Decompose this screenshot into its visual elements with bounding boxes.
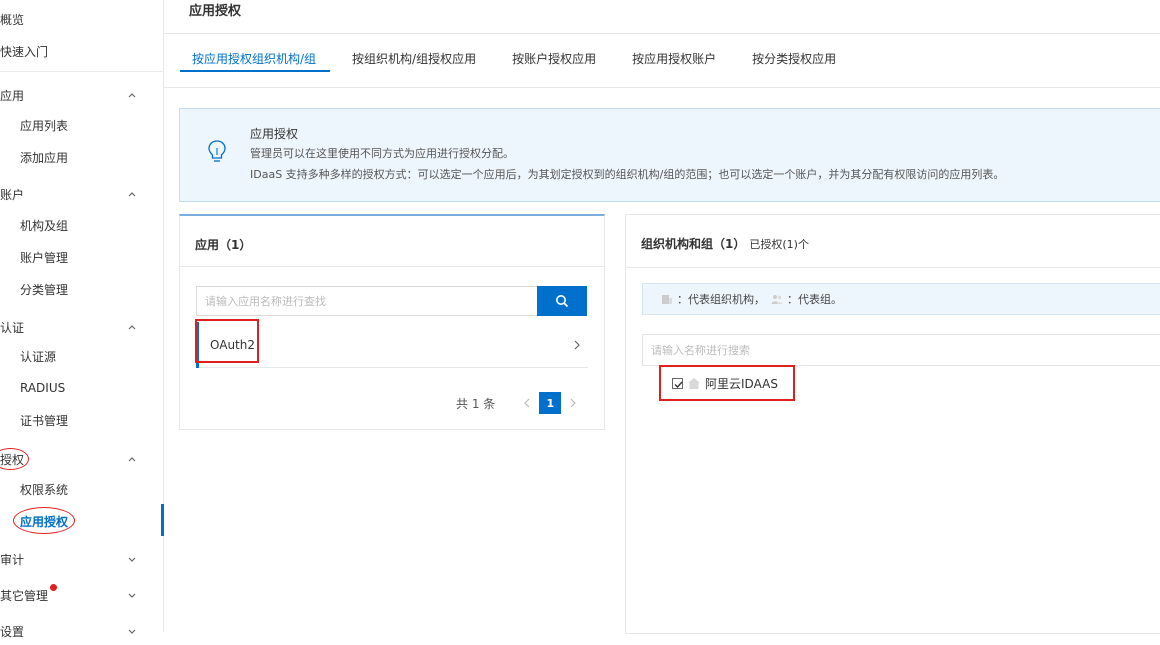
notification-dot: [50, 584, 57, 591]
sidebar-item-add-app[interactable]: 添加应用: [0, 143, 160, 171]
search-button[interactable]: [537, 286, 587, 316]
tab-org-to-app[interactable]: 按组织机构/组授权应用: [352, 46, 476, 74]
chevron-up-icon: [128, 93, 136, 98]
app-panel-title: 应用（1）: [195, 238, 252, 252]
pagination-total: 共 1 条: [456, 396, 496, 411]
chevron-up-icon: [128, 457, 136, 462]
annotation-circle: [13, 507, 75, 534]
chevron-down-icon: [128, 593, 136, 598]
panel-divider: [180, 266, 604, 267]
chevron-up-icon: [128, 325, 136, 330]
org-panel-title: 组织机构和组（1） 已授权(1)个: [641, 235, 809, 252]
sidebar-item-radius[interactable]: RADIUS: [0, 374, 160, 402]
chevron-left-icon[interactable]: [522, 397, 532, 409]
panel-divider: [626, 267, 1160, 268]
tab-category-to-app[interactable]: 按分类授权应用: [752, 46, 836, 74]
chevron-right-icon[interactable]: [568, 397, 578, 409]
sidebar-item-settings[interactable]: 设置: [0, 617, 160, 645]
sidebar-item-quickstart[interactable]: 快速入门: [0, 37, 160, 65]
info-notice: 应用授权 管理员可以在这里使用不同方式为应用进行授权分配。 IDaaS 支持多种…: [179, 108, 1160, 202]
chevron-down-icon: [128, 629, 136, 634]
tabs-divider: [164, 87, 1160, 88]
sidebar-group-account[interactable]: 账户: [0, 180, 160, 208]
app-panel: 应用（1） 请输入应用名称进行查找 OAuth2 共 1 条 1: [179, 214, 605, 430]
sidebar-item-app-list[interactable]: 应用列表: [0, 111, 160, 139]
search-icon: [556, 295, 569, 308]
active-tab-underline: [180, 70, 330, 72]
page-title: 应用授权: [189, 4, 242, 19]
notice-title: 应用授权: [250, 127, 299, 141]
pagination: 共 1 条 1: [456, 392, 585, 414]
sidebar-item-other[interactable]: 其它管理: [0, 581, 160, 609]
sidebar-group-app[interactable]: 应用: [0, 81, 160, 109]
sidebar-divider: [0, 71, 164, 72]
legend-bar: ：代表组织机构， ：代表组。: [642, 283, 1160, 315]
page-button[interactable]: 1: [539, 392, 562, 414]
header-divider: [164, 33, 1160, 34]
sidebar-item-categories[interactable]: 分类管理: [0, 275, 160, 303]
sidebar-item-certificates[interactable]: 证书管理: [0, 406, 160, 434]
sidebar-group-auth[interactable]: 认证: [0, 313, 160, 341]
main-content: 应用授权 按应用授权组织机构/组 按组织机构/组授权应用 按账户授权应用 按应用…: [164, 0, 1160, 634]
legend-org-text: ：代表组织机构，: [677, 293, 765, 306]
building-icon: [662, 295, 672, 304]
authorized-count: 已授权(1)个: [749, 238, 809, 251]
lightbulb-icon: [208, 140, 226, 162]
sidebar-item-orgs[interactable]: 机构及组: [0, 211, 160, 239]
notice-text: IDaaS 支持多种多样的授权方式：可以选定一个应用后，为其划定授权到的组织机构…: [250, 168, 1005, 181]
annotation-box: [659, 365, 795, 401]
org-search-input[interactable]: 请输入名称进行搜索: [642, 334, 1160, 366]
chevron-right-icon: [574, 340, 580, 350]
sidebar-item-auth-source[interactable]: 认证源: [0, 342, 160, 370]
annotation-box: [195, 319, 259, 363]
tab-app-to-account[interactable]: 按应用授权账户: [632, 46, 716, 74]
org-panel-heading: 组织机构和组（1）: [641, 237, 746, 251]
sidebar-item-permission-system[interactable]: 权限系统: [0, 475, 160, 503]
sidebar-item-accounts[interactable]: 账户管理: [0, 243, 160, 271]
app-search-input[interactable]: 请输入应用名称进行查找: [196, 286, 538, 316]
notice-text: 管理员可以在这里使用不同方式为应用进行授权分配。: [250, 147, 514, 160]
chevron-up-icon: [128, 192, 136, 197]
chevron-down-icon: [128, 557, 136, 562]
legend-group-text: ：代表组。: [787, 293, 842, 306]
sidebar-item-audit[interactable]: 审计: [0, 545, 160, 573]
group-icon: [771, 295, 783, 304]
tab-account-to-app[interactable]: 按账户授权应用: [512, 46, 596, 74]
sidebar: 概览 快速入门 应用 应用列表 添加应用 账户 机构及组 账户管理 分类管理 认…: [0, 0, 164, 639]
org-panel: 组织机构和组（1） 已授权(1)个 ：代表组织机构， ：代表组。 请输入名称进行搜…: [625, 214, 1160, 634]
sidebar-item-overview[interactable]: 概览: [0, 5, 160, 33]
